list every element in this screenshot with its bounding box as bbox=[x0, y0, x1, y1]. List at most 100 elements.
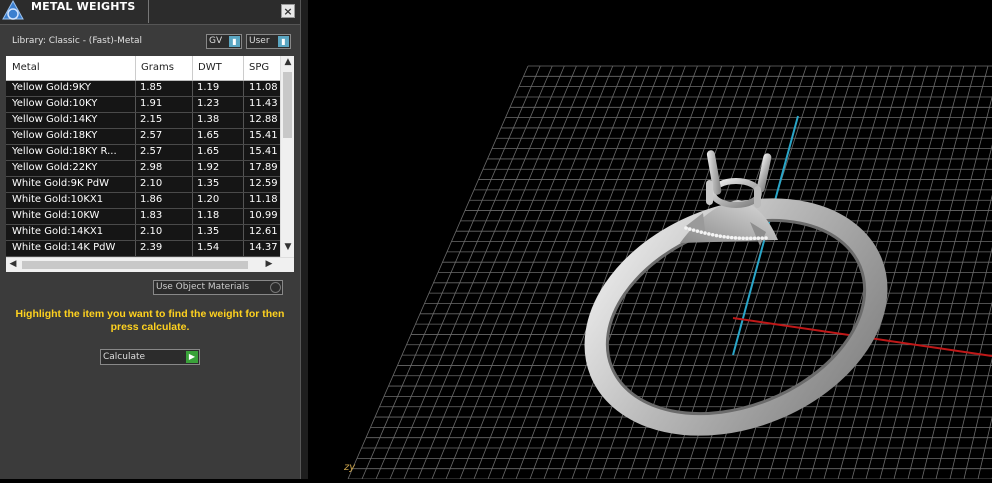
scroll-left-icon[interactable]: ◀ bbox=[6, 259, 20, 269]
cell-divider bbox=[243, 129, 244, 144]
metal-cell: Yellow Gold:22KY bbox=[12, 162, 98, 173]
dwt-cell: 1.65 bbox=[197, 130, 220, 141]
grams-cell: 1.91 bbox=[140, 98, 163, 109]
instruction-text: Highlight the item you want to find the … bbox=[15, 308, 285, 333]
table-row[interactable]: White Gold:9K PdW 2.10 1.35 12.59 bbox=[6, 177, 280, 193]
column-header-metal[interactable]: Metal bbox=[12, 62, 40, 73]
metal-cell: White Gold:9K PdW bbox=[12, 178, 109, 189]
dwt-cell: 1.35 bbox=[197, 178, 220, 189]
cell-divider bbox=[243, 113, 244, 128]
metal-cell: Yellow Gold:18KY R... bbox=[12, 146, 117, 157]
spg-cell: 17.89 bbox=[249, 162, 278, 173]
dwt-cell: 1.18 bbox=[197, 210, 220, 221]
metal-cell: White Gold:10KX1 bbox=[12, 194, 104, 205]
spg-cell: 15.41 bbox=[249, 146, 278, 157]
cell-divider bbox=[243, 177, 244, 192]
panel-splitter[interactable] bbox=[300, 0, 308, 479]
spg-cell: 11.43 bbox=[249, 98, 278, 109]
table-row[interactable]: Yellow Gold:9KY 1.85 1.19 11.08 bbox=[6, 81, 280, 97]
title-separator bbox=[148, 0, 149, 23]
cell-divider bbox=[192, 193, 193, 208]
column-header-dwt[interactable]: DWT bbox=[198, 62, 222, 73]
grams-cell: 2.10 bbox=[140, 178, 163, 189]
table-row[interactable]: Yellow Gold:18KY 2.57 1.65 15.41 bbox=[6, 129, 280, 145]
metal-weights-panel: METAL WEIGHTS × Library: Classic - (Fast… bbox=[0, 0, 300, 479]
column-divider bbox=[243, 56, 244, 80]
cell-divider bbox=[243, 145, 244, 160]
horizontal-scroll-thumb[interactable] bbox=[22, 261, 248, 269]
scroll-up-icon[interactable]: ▲ bbox=[281, 57, 295, 67]
grams-cell: 2.98 bbox=[140, 162, 163, 173]
dwt-cell: 1.92 bbox=[197, 162, 220, 173]
table-row[interactable]: Yellow Gold:10KY 1.91 1.23 11.43 bbox=[6, 97, 280, 113]
vertical-scroll-thumb[interactable] bbox=[283, 72, 292, 138]
cell-divider bbox=[192, 97, 193, 112]
calculate-label: Calculate bbox=[103, 352, 146, 362]
cell-divider bbox=[135, 81, 136, 96]
cell-divider bbox=[135, 129, 136, 144]
use-object-materials-toggle[interactable]: Use Object Materials bbox=[153, 280, 283, 295]
gv-label: GV bbox=[209, 36, 223, 46]
cell-divider bbox=[192, 81, 193, 96]
table-row[interactable]: Yellow Gold:14KY 2.15 1.38 12.88 bbox=[6, 113, 280, 129]
viewport-canvas[interactable] bbox=[308, 0, 992, 480]
cell-divider bbox=[243, 81, 244, 96]
user-label: User bbox=[249, 36, 270, 46]
metal-cell: Yellow Gold:10KY bbox=[12, 98, 98, 109]
cell-divider bbox=[243, 193, 244, 208]
scroll-down-icon[interactable]: ▼ bbox=[281, 242, 295, 252]
panel-title: METAL WEIGHTS bbox=[31, 0, 136, 13]
cell-divider bbox=[135, 241, 136, 256]
horizontal-scrollbar[interactable]: ◀ ▶ bbox=[6, 257, 294, 272]
table-header: Metal Grams DWT SPG bbox=[6, 56, 280, 81]
grams-cell: 1.85 bbox=[140, 82, 163, 93]
spg-cell: 10.99 bbox=[249, 210, 278, 221]
table-row[interactable]: Yellow Gold:22KY 2.98 1.92 17.89 bbox=[6, 161, 280, 177]
spg-cell: 12.61 bbox=[249, 226, 278, 237]
calculate-button[interactable]: Calculate ▶ bbox=[100, 349, 200, 365]
dwt-cell: 1.20 bbox=[197, 194, 220, 205]
table-row[interactable]: Yellow Gold:18KY R... 2.57 1.65 15.41 bbox=[6, 145, 280, 161]
cell-divider bbox=[243, 97, 244, 112]
table-row[interactable]: White Gold:10KW 1.83 1.18 10.99 bbox=[6, 209, 280, 225]
column-header-grams[interactable]: Grams bbox=[141, 62, 174, 73]
metal-cell: Yellow Gold:14KY bbox=[12, 114, 98, 125]
cell-divider bbox=[243, 209, 244, 224]
column-header-spg[interactable]: SPG bbox=[249, 62, 269, 73]
column-divider bbox=[135, 56, 136, 80]
user-toggle-icon: ▮ bbox=[278, 36, 289, 47]
use-object-materials-label: Use Object Materials bbox=[156, 282, 250, 292]
cell-divider bbox=[192, 161, 193, 176]
table-row[interactable]: White Gold:14KX1 2.10 1.35 12.61 bbox=[6, 225, 280, 241]
cell-divider bbox=[192, 177, 193, 192]
cell-divider bbox=[192, 145, 193, 160]
gv-toggle-icon: ▮ bbox=[229, 36, 240, 47]
dwt-cell: 1.38 bbox=[197, 114, 220, 125]
gv-toggle[interactable]: GV ▮ bbox=[206, 34, 242, 49]
spg-cell: 11.08 bbox=[249, 82, 278, 93]
cell-divider bbox=[192, 241, 193, 256]
cell-divider bbox=[135, 113, 136, 128]
grams-cell: 1.83 bbox=[140, 210, 163, 221]
cell-divider bbox=[135, 177, 136, 192]
close-button[interactable]: × bbox=[281, 4, 295, 18]
cell-divider bbox=[192, 209, 193, 224]
spg-cell: 12.88 bbox=[249, 114, 278, 125]
user-toggle[interactable]: User ▮ bbox=[246, 34, 291, 49]
metal-cell: Yellow Gold:18KY bbox=[12, 130, 98, 141]
table-row[interactable]: White Gold:10KX1 1.86 1.20 11.18 bbox=[6, 193, 280, 209]
metal-cell: Yellow Gold:9KY bbox=[12, 82, 91, 93]
vertical-scrollbar[interactable]: ▲ ▼ bbox=[280, 56, 294, 257]
dwt-cell: 1.23 bbox=[197, 98, 220, 109]
cell-divider bbox=[135, 97, 136, 112]
app-logo-icon bbox=[2, 0, 24, 20]
scroll-right-icon[interactable]: ▶ bbox=[262, 259, 276, 269]
library-label: Library: Classic - (Fast)-Metal bbox=[12, 36, 143, 46]
table-row[interactable]: White Gold:14K PdW 2.39 1.54 14.37 bbox=[6, 241, 280, 257]
cell-divider bbox=[135, 145, 136, 160]
3d-viewport[interactable]: zy bbox=[308, 0, 992, 480]
cell-divider bbox=[192, 225, 193, 240]
dwt-cell: 1.54 bbox=[197, 242, 220, 253]
grams-cell: 1.86 bbox=[140, 194, 163, 205]
cell-divider bbox=[135, 161, 136, 176]
